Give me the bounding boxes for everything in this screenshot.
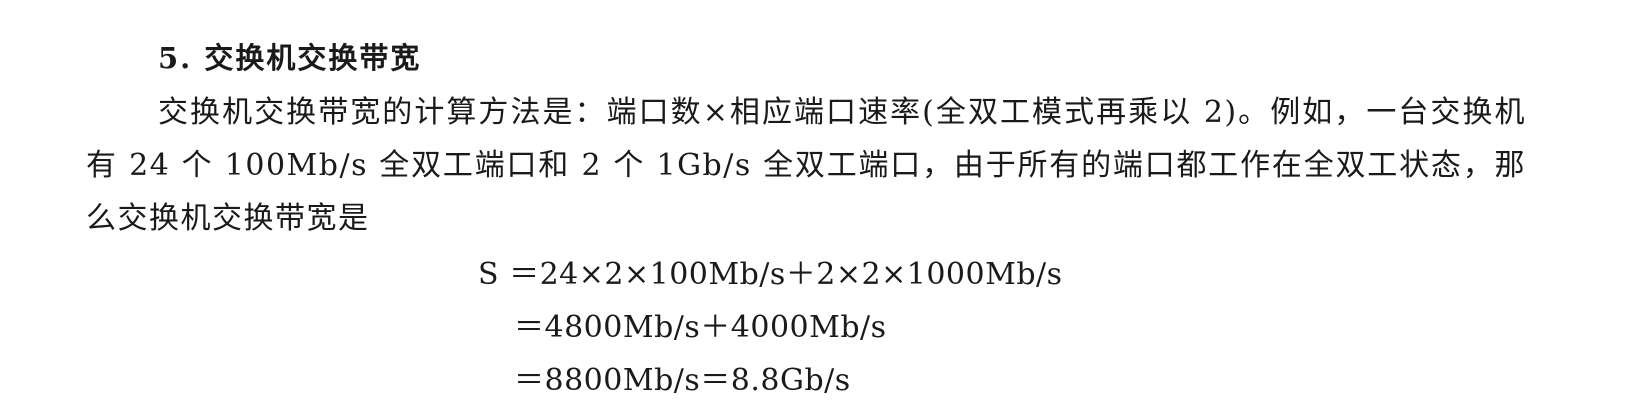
equation-line-3: ＝8800Mb/s＝8.8Gb/s xyxy=(514,363,851,398)
body-paragraph: 交换机交换带宽的计算方法是：端口数×相应端口速率(全双工模式再乘以 2)。例如，… xyxy=(86,95,1526,236)
section-heading: 5. 交换机交换带宽 xyxy=(158,41,422,75)
equation-line-2: ＝4800Mb/s＋4000Mb/s xyxy=(514,310,887,345)
equation-line-1: S ＝24×2×100Mb/s＋2×2×1000Mb/s xyxy=(478,257,1063,292)
document-page: 5. 交换机交换带宽 交换机交换带宽的计算方法是：端口数×相应端口速率(全双工模… xyxy=(0,0,1646,411)
